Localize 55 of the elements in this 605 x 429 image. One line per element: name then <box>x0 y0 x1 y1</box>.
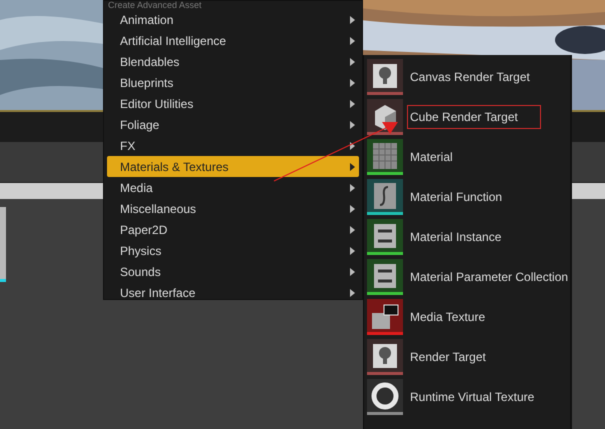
submenu-label: Canvas Render Target <box>409 69 531 86</box>
menu-item[interactable]: Animation <box>107 9 359 30</box>
submenu-item[interactable]: Canvas Render Target <box>367 57 567 97</box>
submenu-label: Cube Render Target <box>407 105 541 129</box>
ring-icon <box>367 379 403 415</box>
menu-item[interactable]: Blendables <box>107 51 359 72</box>
submenu-item[interactable]: Runtime Virtual Texture <box>367 377 567 417</box>
submenu-item[interactable]: Render Target <box>367 337 567 377</box>
menu-header: Create Advanced Asset <box>107 1 203 9</box>
submenu-arrow-icon <box>350 226 355 234</box>
submenu-arrow-icon <box>350 268 355 276</box>
submenu-arrow-icon <box>350 184 355 192</box>
submenu-item[interactable]: Cube Render Target <box>367 97 567 137</box>
menu-item[interactable]: Sounds <box>107 261 359 282</box>
submenu-arrow-icon <box>350 162 355 170</box>
submenu-arrow-icon <box>350 120 355 128</box>
submenu-arrow-icon <box>350 204 355 212</box>
submenu-arrow-icon <box>350 16 355 24</box>
submenu-label: Material Parameter Collection <box>409 269 570 286</box>
submenu-item[interactable]: Material Parameter Collection <box>367 257 567 297</box>
submenu-label: Material Function <box>409 189 504 206</box>
menu-item[interactable]: Physics <box>107 240 359 261</box>
cube-icon <box>367 99 403 135</box>
menu-item[interactable]: Artificial Intelligence <box>107 30 359 51</box>
function-icon <box>367 179 403 215</box>
submenu-label: Material Instance <box>409 229 502 246</box>
asset-thumbnail[interactable] <box>0 207 6 282</box>
submenu-item[interactable]: Material Instance <box>367 217 567 257</box>
menu-item[interactable]: Editor Utilities <box>107 93 359 114</box>
submenu-arrow-icon <box>350 58 355 66</box>
menu-item[interactable]: User Interface <box>107 282 359 303</box>
submenu-arrow-icon <box>350 246 355 254</box>
submenu-item[interactable]: Media Texture <box>367 297 567 337</box>
media-icon <box>367 299 403 335</box>
menu-item[interactable]: Materials & Textures <box>107 156 359 177</box>
submenu-label: Media Texture <box>409 309 486 326</box>
submenu-arrow-icon <box>350 36 355 44</box>
submenu-arrow-icon <box>350 142 355 150</box>
submenu-item[interactable]: Material Function <box>367 177 567 217</box>
submenu-label: Runtime Virtual Texture <box>409 389 536 406</box>
menu-item[interactable]: Miscellaneous <box>107 198 359 219</box>
submenu-label: Render Target <box>409 349 487 366</box>
submenu-arrow-icon <box>350 288 355 296</box>
menu-item[interactable]: FX <box>107 135 359 156</box>
menu-item[interactable]: Media <box>107 177 359 198</box>
submenu-item[interactable]: Material <box>367 137 567 177</box>
equation-icon <box>367 219 403 255</box>
submenu-label: Material <box>409 149 454 166</box>
menu-item[interactable]: Paper2D <box>107 219 359 240</box>
grid-icon <box>367 139 403 175</box>
submenu-arrow-icon <box>350 100 355 108</box>
menu-item[interactable]: Blueprints <box>107 72 359 93</box>
equation-icon <box>367 259 403 295</box>
menu-item[interactable]: Foliage <box>107 114 359 135</box>
submenu-arrow-icon <box>350 78 355 86</box>
